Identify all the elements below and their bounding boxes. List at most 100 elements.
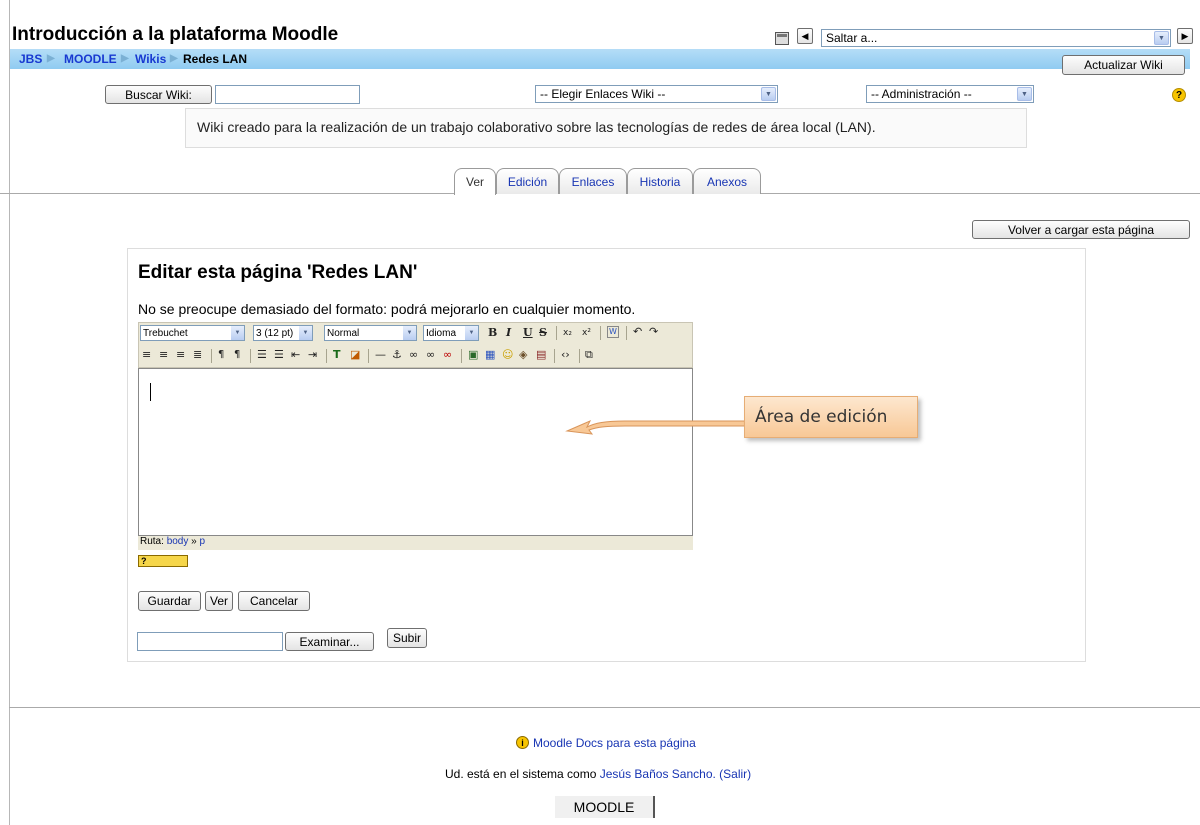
nolink-icon[interactable]: ∞ xyxy=(443,348,452,362)
rtl-icon[interactable]: ¶ xyxy=(234,348,240,362)
superscript-icon[interactable]: x² xyxy=(582,326,591,340)
logout-link[interactable]: (Salir) xyxy=(719,767,751,781)
chevron-down-icon: ▼ xyxy=(761,87,776,101)
background-color-icon[interactable]: ◪ xyxy=(350,348,360,362)
align-left-icon[interactable]: ≡ xyxy=(142,348,151,362)
toolbar-separator xyxy=(626,326,627,340)
home-link-label: MOODLE xyxy=(573,799,635,815)
tab-anexos[interactable]: Anexos xyxy=(693,168,761,194)
toolbar-separator xyxy=(211,349,212,363)
wiki-description: Wiki creado para la realización de un tr… xyxy=(197,119,876,135)
chevron-down-icon: ▼ xyxy=(231,326,244,340)
ltr-icon[interactable]: ¶ xyxy=(218,348,224,362)
paragraph-style-select[interactable]: Normal ▼ xyxy=(324,325,417,341)
home-link[interactable]: MOODLE xyxy=(555,796,655,818)
editor-toolbar: Trebuchet ▼ 3 (12 pt) ▼ Normal ▼ Idioma ▼ B … xyxy=(138,322,693,368)
italic-icon[interactable]: I xyxy=(506,326,511,340)
next-page-button[interactable]: ▶ xyxy=(1177,28,1193,44)
search-replace-icon[interactable]: ▤ xyxy=(536,348,546,362)
update-wiki-button[interactable]: Actualizar Wiki xyxy=(1062,55,1185,75)
editing-area-callout: Área de edición xyxy=(744,396,918,438)
preview-button[interactable]: Ver xyxy=(205,591,233,611)
text-cursor xyxy=(150,383,151,401)
wiki-links-value: -- Elegir Enlaces Wiki -- xyxy=(540,87,666,101)
login-info: Ud. está en el sistema como Jesús Baños … xyxy=(445,767,751,781)
font-family-select[interactable]: Trebuchet ▼ xyxy=(140,325,245,341)
previous-page-button[interactable]: ◀ xyxy=(797,28,813,44)
toolbar-separator xyxy=(554,349,555,363)
unordered-list-icon[interactable]: ☰ xyxy=(274,348,284,362)
ordered-list-icon[interactable]: ☰ xyxy=(257,348,267,362)
path-separator: » xyxy=(191,536,197,547)
tab-historia[interactable]: Historia xyxy=(627,168,693,194)
toolbar-separator xyxy=(461,349,462,363)
chevron-down-icon: ▼ xyxy=(403,326,416,340)
redo-icon[interactable]: ↷ xyxy=(649,325,658,339)
wiki-description-box: Wiki creado para la realización de un tr… xyxy=(185,108,1027,148)
info-icon: i xyxy=(516,736,529,749)
editor-path-bar: Ruta: body » p xyxy=(138,536,693,550)
insert-image-icon[interactable]: ▣ xyxy=(468,348,478,362)
administration-select[interactable]: -- Administración -- ▼ xyxy=(866,85,1034,103)
path-body-link[interactable]: body xyxy=(167,536,189,547)
breadcrumb-jbs[interactable]: JBS xyxy=(19,52,42,66)
question-icon[interactable]: ? xyxy=(1172,88,1186,102)
justify-icon[interactable]: ≣ xyxy=(193,348,202,362)
special-char-icon[interactable]: ◈ xyxy=(519,348,527,362)
subscript-icon[interactable]: x₂ xyxy=(563,326,572,340)
keyboard-help-icon[interactable]: ? xyxy=(138,555,188,567)
language-value: Idioma xyxy=(426,327,457,339)
strikethrough-icon[interactable]: S xyxy=(539,326,547,340)
upload-button[interactable]: Subir xyxy=(387,628,427,648)
align-center-icon[interactable]: ≡ xyxy=(159,348,168,362)
breadcrumb-separator-icon: ▶ xyxy=(121,53,129,64)
save-button[interactable]: Guardar xyxy=(138,591,201,611)
language-select[interactable]: Idioma ▼ xyxy=(423,325,479,341)
toolbar-separator xyxy=(326,349,327,363)
underline-icon[interactable]: U xyxy=(523,326,533,340)
wiki-links-select[interactable]: -- Elegir Enlaces Wiki -- ▼ xyxy=(535,85,778,103)
smiley-icon[interactable]: ☺ xyxy=(502,348,513,362)
tab-enlaces[interactable]: Enlaces xyxy=(559,168,627,194)
user-profile-link[interactable]: Jesús Baños Sancho. xyxy=(600,767,716,781)
navbar: JBS ▶ MOODLE ▶ Wikis ▶ Redes LAN xyxy=(10,49,1190,69)
reload-page-button[interactable]: Volver a cargar esta página xyxy=(972,220,1190,239)
tab-edicion[interactable]: Edición xyxy=(496,168,559,194)
jump-to-value: Saltar a... xyxy=(826,31,878,45)
horizontal-rule-icon[interactable]: — xyxy=(375,348,386,362)
undo-icon[interactable]: ↶ xyxy=(633,325,642,339)
moodle-docs-link[interactable]: Moodle Docs para esta página xyxy=(533,736,696,750)
breadcrumb-moodle[interactable]: MOODLE xyxy=(64,52,117,66)
path-p-link[interactable]: p xyxy=(200,536,206,547)
text-color-icon[interactable]: T xyxy=(333,348,341,362)
chevron-down-icon: ▼ xyxy=(1154,31,1169,45)
link-icon[interactable]: ∞ xyxy=(409,348,418,362)
tab-ver[interactable]: Ver xyxy=(454,168,496,195)
footer-divider xyxy=(9,707,1200,708)
outdent-icon[interactable]: ⇤ xyxy=(291,348,300,362)
editing-area[interactable] xyxy=(138,368,693,536)
anchor-icon[interactable]: ⚓ xyxy=(392,348,402,362)
indent-icon[interactable]: ⇥ xyxy=(308,348,317,362)
paste-word-icon[interactable]: W xyxy=(607,326,619,338)
font-size-select[interactable]: 3 (12 pt) ▼ xyxy=(253,325,313,341)
calendar-icon[interactable] xyxy=(775,32,789,45)
annotation-arrow-icon xyxy=(565,419,745,435)
cancel-button[interactable]: Cancelar xyxy=(238,591,310,611)
breadcrumb-wikis[interactable]: Wikis xyxy=(135,52,166,66)
unlink-icon[interactable]: ∞ xyxy=(426,348,435,362)
fullscreen-icon[interactable]: ⧉ xyxy=(585,348,593,362)
align-right-icon[interactable]: ≡ xyxy=(176,348,185,362)
file-path-input[interactable] xyxy=(137,632,283,651)
html-source-icon[interactable]: ‹› xyxy=(561,348,570,362)
breadcrumb-separator-icon: ▶ xyxy=(170,53,178,64)
page-title: Introducción a la plataforma Moodle xyxy=(12,24,339,45)
search-wiki-button[interactable]: Buscar Wiki: xyxy=(105,85,212,104)
browse-button[interactable]: Examinar... xyxy=(285,632,374,651)
toolbar-separator xyxy=(368,349,369,363)
chevron-down-icon: ▼ xyxy=(1017,87,1032,101)
insert-table-icon[interactable]: ▦ xyxy=(485,348,495,362)
jump-to-select[interactable]: Saltar a... ▼ xyxy=(821,29,1171,47)
search-wiki-input[interactable] xyxy=(215,85,360,104)
bold-icon[interactable]: B xyxy=(488,326,497,340)
